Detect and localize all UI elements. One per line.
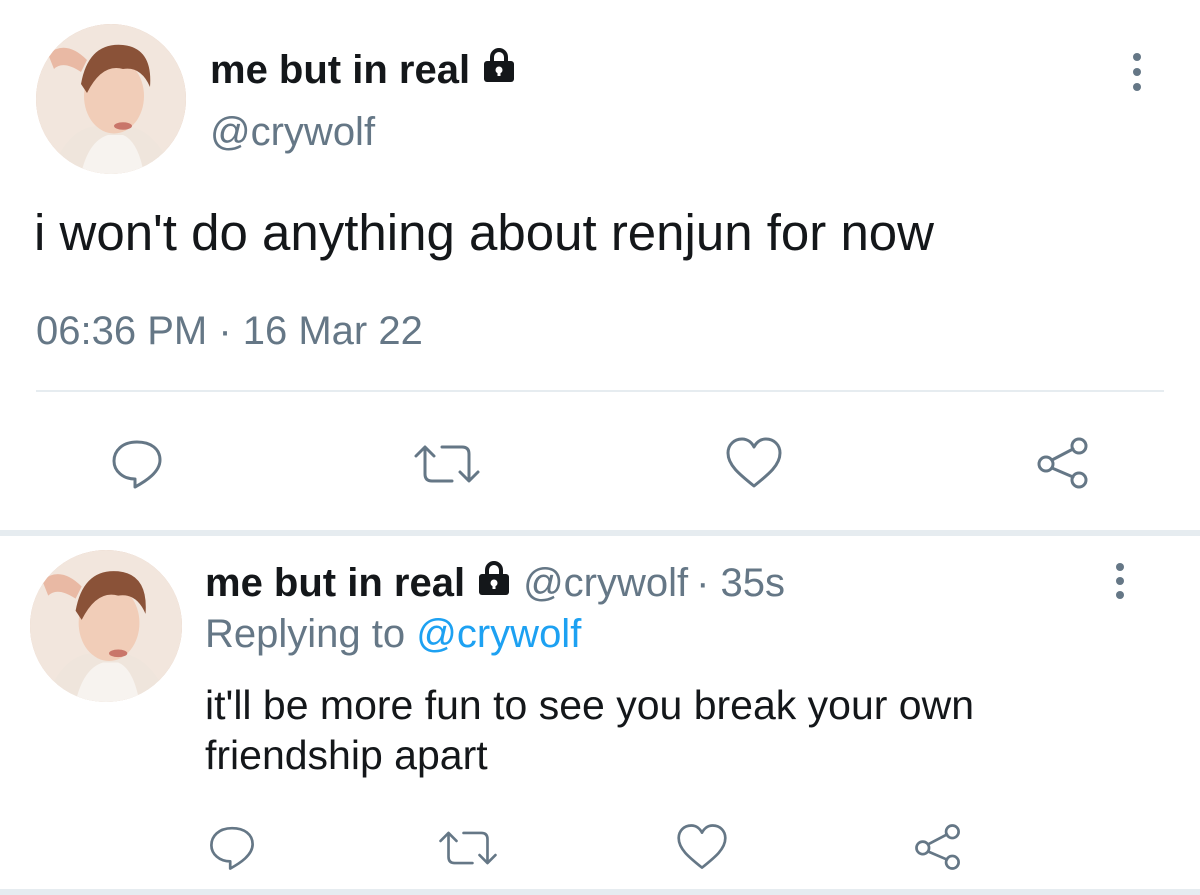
reply-avatar[interactable]	[30, 550, 182, 702]
reply-icon[interactable]	[108, 434, 166, 492]
more-vertical-icon[interactable]	[1132, 53, 1142, 91]
reply-display-name[interactable]: me but in real	[205, 561, 465, 606]
tweet-separator	[0, 889, 1200, 895]
replying-to-handle[interactable]: @crywolf	[416, 612, 581, 656]
tweet-separator	[0, 530, 1200, 536]
replying-to: Replying to @crywolf	[205, 612, 581, 657]
replying-to-label: Replying to	[205, 612, 406, 656]
display-name[interactable]: me but in real	[210, 45, 518, 95]
handle[interactable]: @crywolf	[210, 110, 375, 155]
reply-text-line: friendship apart	[205, 732, 488, 778]
reply-header: me but in real @crywolf · 35s	[205, 558, 785, 608]
retweet-icon[interactable]	[412, 436, 482, 492]
more-vertical-icon[interactable]	[1115, 563, 1125, 599]
share-icon[interactable]	[912, 821, 964, 873]
share-icon[interactable]	[1034, 434, 1092, 492]
lock-icon	[480, 46, 518, 94]
like-icon[interactable]	[675, 821, 729, 873]
reply-icon[interactable]	[206, 821, 258, 873]
reply-avatar-image	[30, 550, 182, 702]
avatar-image	[36, 24, 186, 174]
reply-time[interactable]: · 35s	[696, 561, 785, 606]
reply-text-line: it'll be more fun to see you break your …	[205, 682, 975, 728]
lock-icon	[475, 559, 513, 607]
timestamp[interactable]: 06:36 PM · 16 Mar 22	[36, 309, 423, 354]
like-icon[interactable]	[724, 434, 784, 492]
reply-text: it'll be more fun to see you break your …	[205, 680, 974, 780]
reply-handle[interactable]: @crywolf	[523, 561, 688, 606]
divider	[36, 390, 1164, 392]
display-name-text[interactable]: me but in real	[210, 48, 470, 93]
avatar[interactable]	[36, 24, 186, 174]
retweet-icon[interactable]	[437, 823, 499, 873]
tweet-text: i won't do anything about renjun for now	[34, 204, 934, 261]
